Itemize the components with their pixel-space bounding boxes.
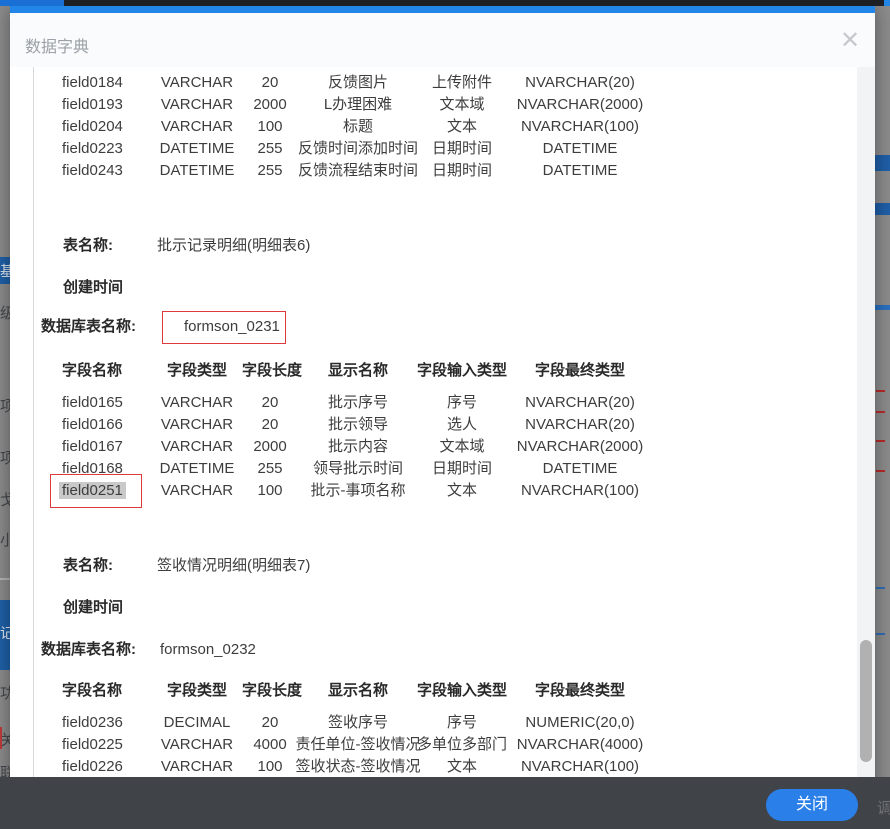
table-cell: field0204 — [62, 117, 123, 137]
column-header-row: 字段名称字段类型字段长度显示名称字段输入类型字段最终类型 — [0, 681, 860, 701]
column-header: 字段类型 — [152, 681, 242, 701]
table-cell: NVARCHAR(100) — [498, 117, 662, 137]
table-cell: NVARCHAR(20) — [498, 415, 662, 435]
table-cell: VARCHAR — [152, 757, 242, 777]
table-cell: NVARCHAR(100) — [498, 757, 662, 777]
table-cell: field0236 — [62, 713, 123, 733]
table-cell: DATETIME — [152, 459, 242, 479]
page-top-bar — [0, 0, 890, 6]
column-header: 字段最终类型 — [498, 361, 662, 381]
table-cell: field0184 — [62, 73, 123, 93]
field-row: field0243DATETIME255反馈流程结束时间日期时间DATETIME — [0, 161, 860, 181]
dictionary-content: 表名称: 批示记录明细(明细表6) 创建时间 数据库表名称: formson_0… — [0, 0, 890, 829]
column-header: 字段名称 — [62, 681, 122, 701]
db-table-name-label: 数据库表名称: — [41, 640, 136, 660]
table-cell: DATETIME — [498, 161, 662, 181]
table-name-label: 表名称: — [63, 236, 113, 256]
table-cell: field0165 — [62, 393, 123, 413]
field-row: field0223DATETIME255反馈时间添加时间日期时间DATETIME — [0, 139, 860, 159]
red-highlight-box-db-name — [162, 311, 286, 344]
red-highlight-box-field — [50, 474, 142, 508]
column-header: 字段类型 — [152, 361, 242, 381]
field-row: field0204VARCHAR100标题文本NVARCHAR(100) — [0, 117, 860, 137]
table-cell: 批示序号 — [288, 393, 428, 413]
table-cell: field0225 — [62, 735, 123, 755]
table-cell: field0166 — [62, 415, 123, 435]
table-cell: 批示-事项名称 — [288, 481, 428, 501]
table-cell: NVARCHAR(2000) — [498, 95, 662, 115]
table-cell: DATETIME — [498, 459, 662, 479]
table-cell: VARCHAR — [152, 481, 242, 501]
table-cell: VARCHAR — [152, 415, 242, 435]
db-table-name-label: 数据库表名称: — [41, 317, 136, 337]
column-header: 显示名称 — [288, 361, 428, 381]
column-header: 字段最终类型 — [498, 681, 662, 701]
top-bar-blue-segment — [0, 0, 64, 6]
created-time-label: 创建时间 — [63, 598, 123, 618]
table-name-value: 批示记录明细(明细表6) — [157, 236, 310, 256]
column-header: 字段名称 — [62, 361, 122, 381]
db-table-name-value: formson_0232 — [160, 640, 256, 660]
table-cell: 签收状态-签收情况 — [288, 757, 428, 777]
close-button[interactable]: 关闭 — [766, 789, 858, 821]
created-time-label: 创建时间 — [63, 278, 123, 298]
table-cell: VARCHAR — [152, 393, 242, 413]
table-cell: 反馈图片 — [288, 73, 428, 93]
table-name-label: 表名称: — [63, 556, 113, 576]
table-cell: VARCHAR — [152, 95, 242, 115]
top-bar-blue-segment-right — [884, 0, 890, 6]
table-cell: field0193 — [62, 95, 123, 115]
table-cell: VARCHAR — [152, 73, 242, 93]
table-cell: 标题 — [288, 117, 428, 137]
table-cell: 批示内容 — [288, 437, 428, 457]
table-cell: field0167 — [62, 437, 123, 457]
table-cell: field0243 — [62, 161, 123, 181]
table-cell: NVARCHAR(20) — [498, 393, 662, 413]
table-cell: 反馈流程结束时间 — [288, 161, 428, 181]
field-row: field0193VARCHAR2000L办理困难文本域NVARCHAR(200… — [0, 95, 860, 115]
table-cell: DATETIME — [498, 139, 662, 159]
table-name-value: 签收情况明细(明细表7) — [157, 556, 310, 576]
field-row: field0167VARCHAR2000批示内容文本域NVARCHAR(2000… — [0, 437, 860, 457]
table-cell: VARCHAR — [152, 735, 242, 755]
table-cell: VARCHAR — [152, 437, 242, 457]
table-cell: 批示领导 — [288, 415, 428, 435]
field-row: field0236DECIMAL20签收序号序号NUMERIC(20,0) — [0, 713, 860, 733]
table-cell: 签收序号 — [288, 713, 428, 733]
table-cell: L办理困难 — [288, 95, 428, 115]
table-cell: NVARCHAR(100) — [498, 481, 662, 501]
table-cell: VARCHAR — [152, 117, 242, 137]
table-cell: NVARCHAR(2000) — [498, 437, 662, 457]
field-row: field0166VARCHAR20批示领导选人NVARCHAR(20) — [0, 415, 860, 435]
field-row: field0225VARCHAR4000责任单位-签收情况多单位多部门NVARC… — [0, 735, 860, 755]
table-cell: 责任单位-签收情况 — [288, 735, 428, 755]
field-row: field0226VARCHAR100签收状态-签收情况文本NVARCHAR(1… — [0, 757, 860, 777]
table-cell: DATETIME — [152, 139, 242, 159]
table-cell: field0223 — [62, 139, 123, 159]
table-cell: DECIMAL — [152, 713, 242, 733]
table-cell: 领导批示时间 — [288, 459, 428, 479]
field-row: field0184VARCHAR20反馈图片上传附件NVARCHAR(20) — [0, 73, 860, 93]
table-cell: NUMERIC(20,0) — [498, 713, 662, 733]
modal-footer: 关闭 调 — [0, 777, 890, 829]
table-cell: field0226 — [62, 757, 123, 777]
column-header: 显示名称 — [288, 681, 428, 701]
background-fragment: 调 — [877, 797, 890, 818]
column-header-row: 字段名称字段类型字段长度显示名称字段输入类型字段最终类型 — [0, 361, 860, 381]
table-cell: NVARCHAR(20) — [498, 73, 662, 93]
table-cell: NVARCHAR(4000) — [498, 735, 662, 755]
table-cell: 反馈时间添加时间 — [288, 139, 428, 159]
field-row: field0165VARCHAR20批示序号序号NVARCHAR(20) — [0, 393, 860, 413]
table-cell: DATETIME — [152, 161, 242, 181]
